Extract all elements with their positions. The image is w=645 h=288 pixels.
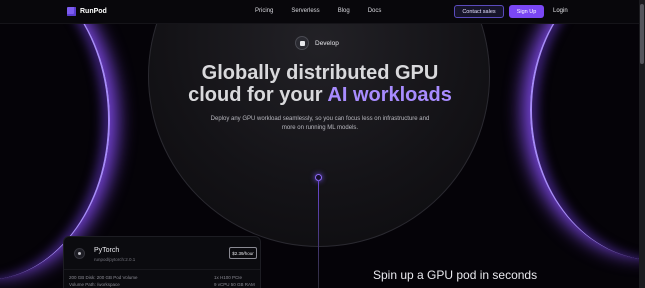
timeline-line (318, 180, 319, 288)
pytorch-icon (74, 248, 85, 259)
page: RunPod Pricing Serverless Blog Docs Cont… (0, 0, 645, 288)
sign-up-button[interactable]: Sign Up (509, 5, 544, 18)
gpu-model-spec: 1x H100 PCIe (214, 275, 243, 280)
section-heading: Spin up a GPU pod in seconds (373, 268, 538, 282)
nav-link-docs[interactable]: Docs (368, 8, 382, 14)
hero-title: Globally distributed GPU cloud for your … (150, 62, 490, 106)
contact-sales-button[interactable]: Contact sales (454, 5, 504, 18)
volume-path-spec: Volume Path: /workspace (69, 282, 120, 287)
develop-badge: Develop (295, 36, 339, 50)
badge-label: Develop (315, 39, 339, 47)
pod-template-card: PyTorch runpod/pytorch:2.0.1 $2.39/hour … (63, 236, 261, 288)
gpu-spec: 1x H100 PCIe 9 vCPU 50 GB RAM (214, 274, 255, 288)
card-header: PyTorch runpod/pytorch:2.0.1 $2.39/hour (64, 237, 260, 270)
cpu-ram-spec: 9 vCPU 50 GB RAM (214, 282, 255, 287)
right-glow-arc (530, 0, 645, 260)
scrollbar-thumb[interactable] (640, 4, 644, 64)
deploy-button[interactable]: $2.39/hour (229, 247, 257, 259)
login-link[interactable]: Login (553, 8, 568, 14)
brand-logo[interactable]: RunPod (67, 7, 107, 16)
page-scrollbar[interactable] (639, 0, 645, 288)
nav-link-blog[interactable]: Blog (338, 8, 350, 14)
nav-link-serverless[interactable]: Serverless (291, 8, 319, 14)
top-navigation: RunPod Pricing Serverless Blog Docs Cont… (0, 0, 639, 24)
nav-links: Pricing Serverless Blog Docs (255, 8, 381, 14)
hero-title-plain: cloud for your (188, 84, 328, 106)
nav-link-pricing[interactable]: Pricing (255, 8, 273, 14)
hero-title-line-1: Globally distributed GPU (201, 62, 439, 84)
template-image: runpod/pytorch:2.0.1 (94, 257, 136, 262)
hero-title-accent: AI workloads (327, 84, 452, 106)
brand-name: RunPod (80, 8, 107, 15)
storage-spec: 200 GB Disk: 200 GB Pod Volume Volume Pa… (69, 274, 138, 288)
runpod-cube-icon (67, 7, 76, 16)
develop-icon (295, 36, 309, 50)
hero-title-line-2: cloud for your AI workloads (150, 84, 490, 106)
template-name: PyTorch (94, 247, 120, 254)
disk-spec: 200 GB Disk: 200 GB Pod Volume (69, 275, 138, 280)
hero-subtitle: Deploy any GPU workload seamlessly, so y… (210, 116, 430, 131)
